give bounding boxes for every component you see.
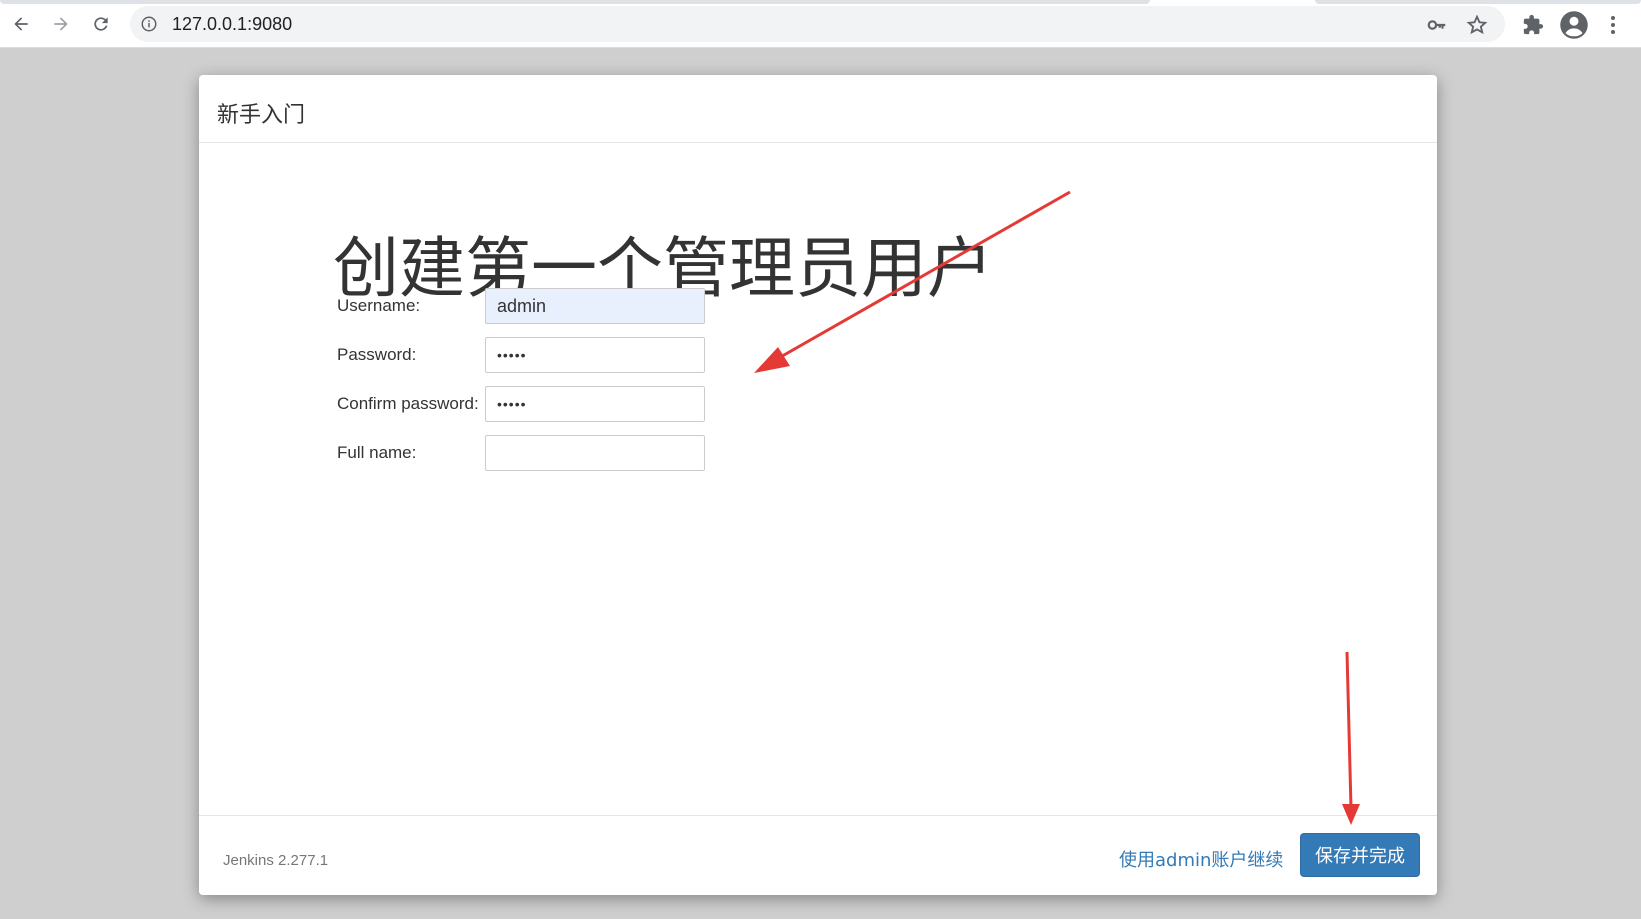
- fullname-row: Full name:: [337, 435, 857, 471]
- username-row: Username: admin: [337, 288, 857, 324]
- setup-wizard-dialog: 新手入门 创建第一个管理员用户 Username: admin Password…: [199, 75, 1437, 895]
- extensions-puzzle-icon: [1523, 14, 1544, 35]
- dialog-footer: Jenkins 2.277.1 使用admin账户继续 保存并完成: [199, 815, 1437, 895]
- password-key-icon[interactable]: [1426, 14, 1448, 36]
- password-label: Password:: [337, 345, 417, 364]
- url-text[interactable]: 127.0.0.1:9080: [172, 14, 292, 35]
- address-bar[interactable]: 127.0.0.1:9080: [130, 6, 1505, 42]
- jenkins-version: Jenkins 2.277.1: [223, 852, 329, 869]
- forward-icon: [54, 17, 68, 31]
- password-row: Password: •••••: [337, 337, 857, 373]
- fullname-label: Full name:: [337, 443, 417, 462]
- continue-as-admin-link[interactable]: 使用admin账户继续: [1119, 846, 1283, 872]
- tab-strip-edge: [1315, 0, 1641, 4]
- confirm-password-label: Confirm password:: [337, 394, 479, 413]
- reload-icon: [94, 17, 108, 31]
- browser-toolbar: 127.0.0.1:9080: [0, 0, 1641, 48]
- browser-menu-button[interactable]: [1600, 12, 1626, 38]
- extensions-button[interactable]: [1520, 12, 1546, 38]
- username-field[interactable]: admin: [485, 288, 705, 324]
- site-info-icon[interactable]: [140, 15, 158, 33]
- profile-avatar-icon: [1560, 11, 1588, 39]
- confirm-password-field[interactable]: •••••: [485, 386, 705, 422]
- back-button[interactable]: [5, 8, 37, 40]
- reload-button[interactable]: [85, 8, 117, 40]
- save-and-finish-button[interactable]: 保存并完成: [1300, 833, 1420, 877]
- password-field[interactable]: •••••: [485, 337, 705, 373]
- menu-kebab-icon: [1611, 16, 1615, 34]
- forward-button[interactable]: [45, 8, 77, 40]
- tab-strip-edge: [0, 0, 1150, 4]
- back-icon: [14, 17, 28, 31]
- confirm-password-row: Confirm password: •••••: [337, 386, 857, 422]
- dialog-title: 新手入门: [217, 103, 306, 128]
- dialog-header: 新手入门: [199, 75, 1437, 143]
- username-label: Username:: [337, 296, 421, 315]
- profile-button[interactable]: [1558, 9, 1590, 41]
- bookmark-star-icon[interactable]: [1466, 14, 1488, 36]
- fullname-field[interactable]: [485, 435, 705, 471]
